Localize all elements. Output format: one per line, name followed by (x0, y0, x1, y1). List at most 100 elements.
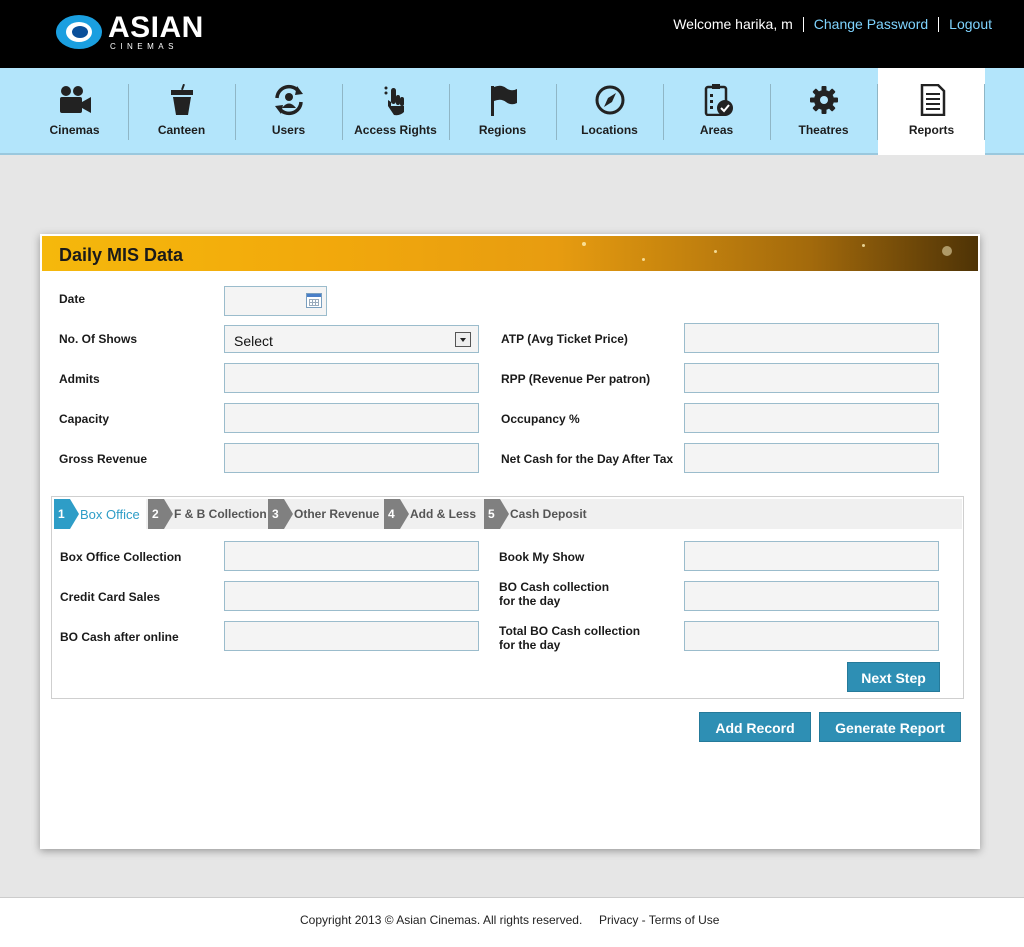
atp-input[interactable] (684, 323, 939, 353)
nav-regions[interactable]: Regions (449, 68, 556, 155)
nav-label: Theatres (798, 123, 849, 137)
step-label: Box Office (80, 507, 140, 522)
step-number: 5 (484, 499, 509, 529)
nav-label: Regions (478, 123, 527, 137)
generate-report-button[interactable]: Generate Report (819, 712, 961, 742)
bo-cash-after-online-input[interactable] (224, 621, 479, 651)
shows-select[interactable]: Select (224, 325, 479, 353)
asian-cinemas-logo[interactable]: ASIAN CINEMAS (56, 12, 203, 56)
gear-icon (810, 86, 838, 114)
nav-locations[interactable]: Locations (556, 68, 663, 155)
cup-icon (171, 84, 193, 115)
gross-revenue-input[interactable] (224, 443, 479, 473)
total-bo-cash-input[interactable] (684, 621, 939, 651)
divider (938, 16, 940, 32)
document-icon (920, 84, 946, 116)
clipboard-check-icon (704, 84, 733, 116)
bo-cash-collection-input[interactable] (684, 581, 939, 611)
footer: Copyright 2013 © Asian Cinemas. All righ… (0, 897, 1024, 947)
nav-areas[interactable]: Areas (663, 68, 770, 155)
wizard-steps: 1 Box Office 2 F & B Collection 3 Other … (54, 499, 962, 529)
camera-icon (60, 86, 91, 113)
step-label: Cash Deposit (510, 507, 587, 521)
footer-separator: - (638, 913, 649, 927)
book-my-show-input[interactable] (684, 541, 939, 571)
sparkle-decoration (942, 246, 952, 256)
step-number: 1 (54, 499, 79, 529)
nav-access-rights[interactable]: Access Rights (342, 68, 449, 155)
total-bo-cash-label: Total BO Cash collection for the day (499, 624, 640, 652)
bo-cash-after-online-label: BO Cash after online (60, 630, 179, 644)
nav-label: Users (271, 123, 306, 137)
occupancy-label: Occupancy % (501, 412, 580, 426)
daily-mis-panel: Daily MIS Data Date No. Of Shows Select … (40, 234, 980, 849)
step-add-less[interactable]: 4 Add & Less (384, 499, 482, 529)
sparkle-decoration (714, 250, 717, 253)
nav-label: Cinemas (49, 123, 100, 137)
panel-title: Daily MIS Data (59, 245, 184, 265)
shows-label: No. Of Shows (59, 332, 137, 346)
step-label: Add & Less (410, 507, 477, 521)
users-sync-icon (275, 84, 303, 116)
nav-reports[interactable]: Reports (878, 68, 985, 155)
rpp-input[interactable] (684, 363, 939, 393)
change-password-link[interactable]: Change Password (814, 16, 928, 32)
next-step-button[interactable]: Next Step (847, 662, 940, 692)
top-header: ASIAN CINEMAS Welcome harika, m Change P… (0, 0, 1024, 68)
shows-selected-value: Select (234, 333, 273, 349)
nav-users[interactable]: Users (235, 68, 342, 155)
sparkle-decoration (862, 244, 865, 247)
calendar-icon[interactable] (306, 293, 322, 308)
capacity-input[interactable] (224, 403, 479, 433)
admits-input[interactable] (224, 363, 479, 393)
box-office-collection-input[interactable] (224, 541, 479, 571)
occupancy-input[interactable] (684, 403, 939, 433)
date-input[interactable] (224, 286, 327, 316)
compass-icon (595, 85, 625, 115)
chevron-down-icon[interactable] (455, 332, 471, 347)
atp-label: ATP (Avg Ticket Price) (501, 332, 628, 346)
step-cash-deposit[interactable]: 5 Cash Deposit (484, 499, 594, 529)
nav-canteen[interactable]: Canteen (128, 68, 235, 155)
logo-tagline: CINEMAS (110, 42, 178, 51)
logo-mark-icon (56, 15, 102, 49)
add-record-button[interactable]: Add Record (699, 712, 811, 742)
nav-label: Locations (581, 123, 638, 137)
credit-card-sales-input[interactable] (224, 581, 479, 611)
footer-text: Copyright 2013 © Asian Cinemas. All righ… (300, 913, 719, 927)
net-cash-input[interactable] (684, 443, 939, 473)
step-label: Other Revenue (294, 507, 380, 521)
nav-divider (984, 84, 985, 140)
step-fb-collection[interactable]: 2 F & B Collection (148, 499, 267, 529)
terms-link[interactable]: Terms of Use (649, 913, 720, 927)
nav-cinemas[interactable]: Cinemas (21, 68, 128, 155)
welcome-text: Welcome harika, m (673, 16, 793, 32)
copyright-text: Copyright 2013 © Asian Cinemas. All righ… (300, 913, 583, 927)
logout-link[interactable]: Logout (949, 16, 992, 32)
step-number: 4 (384, 499, 409, 529)
step-box-office[interactable]: 1 Box Office (54, 499, 146, 529)
step-number: 3 (268, 499, 293, 529)
flag-icon (491, 85, 517, 116)
gross-revenue-label: Gross Revenue (59, 452, 148, 466)
bo-cash-collection-label: BO Cash collection for the day (499, 580, 609, 608)
date-label: Date (59, 292, 86, 306)
label-line: for the day (499, 594, 561, 608)
nav-theatres[interactable]: Theatres (770, 68, 877, 155)
sparkle-decoration (642, 258, 645, 261)
user-links: Welcome harika, m Change Password Logout (673, 16, 992, 32)
sparkle-decoration (582, 242, 586, 246)
panel-header: Daily MIS Data (42, 236, 978, 271)
net-cash-label: Net Cash for the Day After Tax (501, 452, 674, 466)
step-number: 2 (148, 499, 173, 529)
step-label: F & B Collection (174, 507, 267, 521)
logo-title: ASIAN (108, 11, 204, 44)
nav-label: Canteen (157, 123, 206, 137)
rpp-label: RPP (Revenue Per patron) (501, 372, 651, 386)
nav-label: Areas (699, 123, 734, 137)
main-nav: Cinemas Canteen Users Access Rights Regi… (0, 68, 1024, 155)
step-other-revenue[interactable]: 3 Other Revenue (268, 499, 382, 529)
privacy-link[interactable]: Privacy (599, 913, 638, 927)
nav-label: Access Rights (354, 123, 437, 137)
box-office-collection-label: Box Office Collection (60, 550, 182, 564)
